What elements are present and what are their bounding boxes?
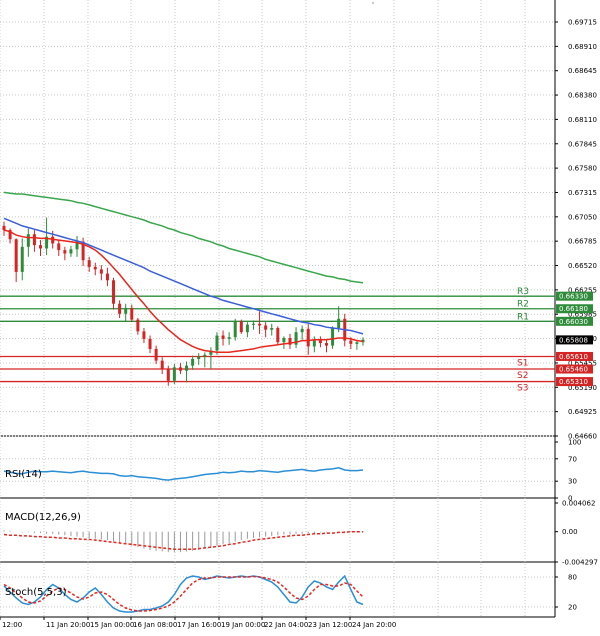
candle-body [136, 319, 140, 332]
candle-body [112, 280, 116, 304]
candle-body [264, 325, 268, 330]
level-price-label: 0.65310 [559, 378, 588, 386]
candle-body [349, 340, 353, 344]
candle-body [148, 338, 152, 349]
candle-body [178, 367, 182, 371]
candle-body [282, 338, 286, 343]
candle-body [306, 328, 310, 347]
price-tick-label: 0.67580 [568, 165, 597, 173]
candle-body [2, 225, 6, 231]
x-tick-label: 16 Jan 08:00 [133, 621, 177, 629]
price-tick-label: 0.66785 [568, 238, 597, 246]
candle-body [154, 348, 158, 361]
candle-body [276, 328, 280, 343]
macd-tick-label: -0.004297 [562, 559, 598, 567]
rsi-tick-label: 70 [568, 455, 577, 463]
candle-body [99, 269, 103, 274]
price-tick-label: 0.68645 [568, 67, 597, 75]
candle-body [185, 365, 189, 371]
x-tick-label: 17 Jan 16:00 [177, 621, 221, 629]
candle-body [172, 367, 176, 381]
candle-body [233, 321, 237, 338]
level-price-label: 0.65610 [559, 353, 588, 361]
candle-body [270, 328, 274, 330]
x-tick-label: 24 Jan 20:00 [352, 621, 396, 629]
candle-body [331, 328, 335, 346]
level-name-s1: S1 [517, 358, 528, 368]
candle-body [87, 260, 91, 267]
level-name-r2: R2 [517, 300, 529, 310]
candle-body [32, 234, 36, 246]
candle-body [166, 369, 170, 381]
price-tick-label: 0.67050 [568, 213, 597, 221]
candle-body [124, 307, 128, 314]
candle-body [245, 324, 249, 333]
candle-body [93, 266, 97, 270]
candle-body [39, 245, 43, 249]
candle-body [324, 343, 328, 346]
candle-body [215, 335, 219, 351]
x-tick-label: 22 Jan 04:00 [264, 621, 308, 629]
stoch-label: Stoch(5,5,3) [5, 587, 67, 598]
x-tick-label: 11 Jan 20:00 [46, 621, 90, 629]
candle-body [57, 243, 61, 251]
level-name-r3: R3 [517, 287, 529, 297]
candle-body [142, 331, 146, 339]
candle-body [355, 342, 359, 344]
stoch-tick-label: 80 [568, 574, 577, 582]
candle-body [197, 356, 201, 359]
price-tick-label: 0.69715 [568, 19, 597, 27]
x-tick-label: 15 Jan 00:00 [90, 621, 134, 629]
candle-body [26, 234, 30, 247]
candle-body [300, 328, 304, 333]
price-tick-label: 0.68910 [568, 43, 597, 51]
candle-body [160, 360, 164, 370]
price-tick-label: 0.67315 [568, 189, 597, 197]
candle-body [63, 250, 67, 254]
rsi-tick-label: 100 [568, 439, 581, 447]
level-price-label: 0.66180 [559, 305, 588, 313]
level-name-r1: R1 [517, 312, 529, 322]
candle-body [312, 340, 316, 347]
candle-body [14, 239, 18, 272]
stoch-tick-label: 20 [568, 604, 577, 612]
candle-body [130, 307, 134, 320]
price-tick-label: 0.67845 [568, 140, 597, 148]
price-tick-label: 0.66520 [568, 262, 597, 270]
candle-body [227, 337, 231, 339]
candle-body [251, 323, 255, 325]
x-tick-label: 12:00 [2, 621, 22, 629]
candle-body [337, 318, 341, 328]
candle-body [203, 354, 207, 357]
candle-body [221, 335, 225, 339]
candle-body [69, 249, 73, 254]
candle-body [239, 321, 243, 333]
candle-body [258, 323, 262, 326]
x-tick-label: 19 Jan 00:00 [221, 621, 265, 629]
rsi-label: RSI(14) [5, 469, 42, 480]
forex-chart: R3 R2 R1 S1 S2 S3 0.69715 0.68910 0.68645 0.6838… [0, 0, 600, 636]
macd-tick-label: 0.00 [562, 528, 578, 536]
level-price-label: 0.66330 [559, 293, 588, 301]
last-price-label: 0.65808 [559, 336, 588, 344]
price-tick-label: 0.68110 [568, 116, 597, 124]
x-tick-label: 23 Jan 12:00 [308, 621, 352, 629]
level-price-label: 0.66030 [559, 318, 588, 326]
rsi-tick-label: 30 [568, 478, 577, 486]
macd-tick-label: 0.004062 [562, 500, 595, 508]
level-price-label: 0.65460 [559, 366, 588, 374]
level-name-s3: S3 [517, 384, 528, 394]
candle-body [20, 246, 24, 272]
candle-body [118, 303, 122, 314]
price-tick-label: 0.68380 [568, 92, 597, 100]
candle-body [105, 273, 109, 281]
macd-label: MACD(12,26,9) [5, 512, 81, 523]
candle-body [318, 340, 322, 344]
candle-body [191, 358, 195, 366]
level-name-s2: S2 [517, 371, 528, 381]
price-tick-label: 0.64925 [568, 408, 597, 416]
